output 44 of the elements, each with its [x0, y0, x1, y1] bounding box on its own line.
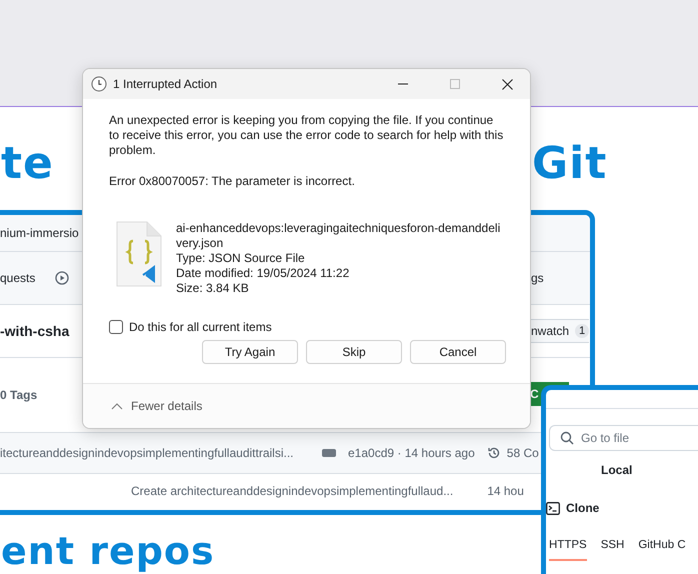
subheading: ent repos: [1, 532, 215, 570]
checkbox-label: Do this for all current items: [129, 320, 272, 334]
minimize-icon[interactable]: [398, 83, 408, 85]
window-title: 1 Interrupted Action: [113, 77, 218, 91]
heading-fragment: te: [1, 142, 54, 186]
commits-link[interactable]: 58 Co: [486, 446, 539, 460]
terminal-icon: [546, 502, 560, 514]
close-icon[interactable]: [502, 78, 512, 90]
file-modified: Date modified: 19/05/2024 11:22: [176, 266, 350, 281]
dialog-button[interactable]: Try Again: [202, 340, 298, 364]
dialog-button[interactable]: Skip: [306, 340, 402, 364]
unwatch-button[interactable]: nwatch 1: [531, 319, 590, 343]
error-message: An unexpected error is keeping you from copying the file. If you continue to receive this error, you can use the error code to search for help with this problem.: [109, 113, 504, 158]
search-placeholder: Go to file: [581, 431, 630, 445]
checkbox[interactable]: [109, 320, 123, 334]
commit-message[interactable]: itectureanddesignindevopsimplementingfullaudittrailsi...: [0, 446, 310, 460]
repo-tab[interactable]: gs: [531, 271, 544, 285]
search-field[interactable]: Go to file: [549, 425, 698, 451]
file-type: Type: JSON Source File: [176, 251, 306, 266]
tags-link[interactable]: 0 Tags: [0, 388, 82, 402]
file-size: Size: 3.84 KB: [176, 281, 250, 296]
chevron-up-icon: [111, 402, 123, 410]
search-icon: [560, 431, 574, 445]
clock-icon: [91, 76, 107, 92]
dialog-button[interactable]: Cancel: [410, 340, 506, 364]
protocol-tab[interactable]: HTTPS: [549, 539, 587, 561]
protocol-tab[interactable]: GitHub C: [638, 539, 686, 561]
file-commit-message[interactable]: Create architectureanddesignindevopsimplementingfullaud...: [131, 484, 454, 498]
commit-hash-time: e1a0cd9 · 14 hours ago: [348, 446, 475, 460]
repo-title: -with-csha: [0, 323, 70, 339]
file-time: 14 hou: [487, 484, 524, 498]
file-name: ai-enhanceddevops:leveragingaitechniquesforon-demanddelivery.json: [176, 221, 502, 251]
watch-count: 1: [575, 324, 590, 338]
clone-label: Clone: [566, 501, 600, 515]
repo-name: nium-immersio: [0, 226, 80, 240]
local-tab[interactable]: Local: [601, 463, 632, 477]
protocol-tab[interactable]: SSH: [600, 539, 624, 561]
heading-fragment: Git: [532, 142, 608, 186]
play-icon[interactable]: [55, 271, 70, 285]
repo-tab[interactable]: quests: [0, 271, 36, 285]
json-file-icon: [116, 221, 162, 287]
error-code: Error 0x80070057: The parameter is incorrect.: [109, 174, 356, 189]
details-toggle[interactable]: Fewer details: [83, 383, 530, 428]
history-icon: [486, 446, 501, 460]
